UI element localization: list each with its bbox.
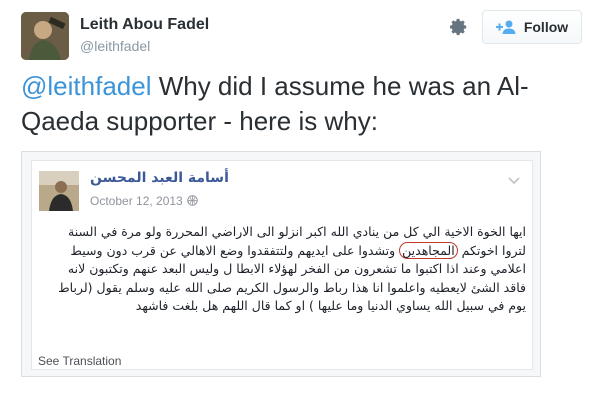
follow-user-icon: [495, 20, 516, 34]
embedded-screenshot[interactable]: أسامة العبد المحسن October 12, 2013 · اي…: [21, 151, 541, 377]
follow-button-label: Follow: [523, 19, 569, 35]
author-avatar[interactable]: [21, 12, 69, 60]
facebook-post-body: ايها الخوة الاخية الي كل من ينادي الله ا…: [42, 223, 526, 316]
facebook-post-date: October 12, 2013 ·: [90, 194, 191, 208]
tweet-card: Leith Abou Fadel @leithfadel Follow @lei…: [0, 0, 601, 403]
globe-icon: [187, 195, 198, 206]
gear-icon[interactable]: [449, 18, 469, 38]
follow-button[interactable]: Follow: [482, 10, 582, 44]
circled-word: المجاهدين: [399, 241, 458, 259]
tweet-text: @leithfadel Why did I assume he was an A…: [21, 69, 586, 139]
see-translation-link: See Translation: [38, 354, 122, 368]
facebook-author-avatar: [39, 171, 79, 211]
mention-link[interactable]: @leithfadel: [21, 71, 151, 101]
chevron-down-icon: [508, 177, 520, 185]
facebook-author-name: أسامة العبد المحسن: [90, 170, 229, 186]
author-display-name[interactable]: Leith Abou Fadel: [80, 16, 209, 34]
author-screen-name[interactable]: @leithfadel: [80, 38, 150, 54]
facebook-post-card: أسامة العبد المحسن October 12, 2013 · اي…: [31, 160, 533, 370]
